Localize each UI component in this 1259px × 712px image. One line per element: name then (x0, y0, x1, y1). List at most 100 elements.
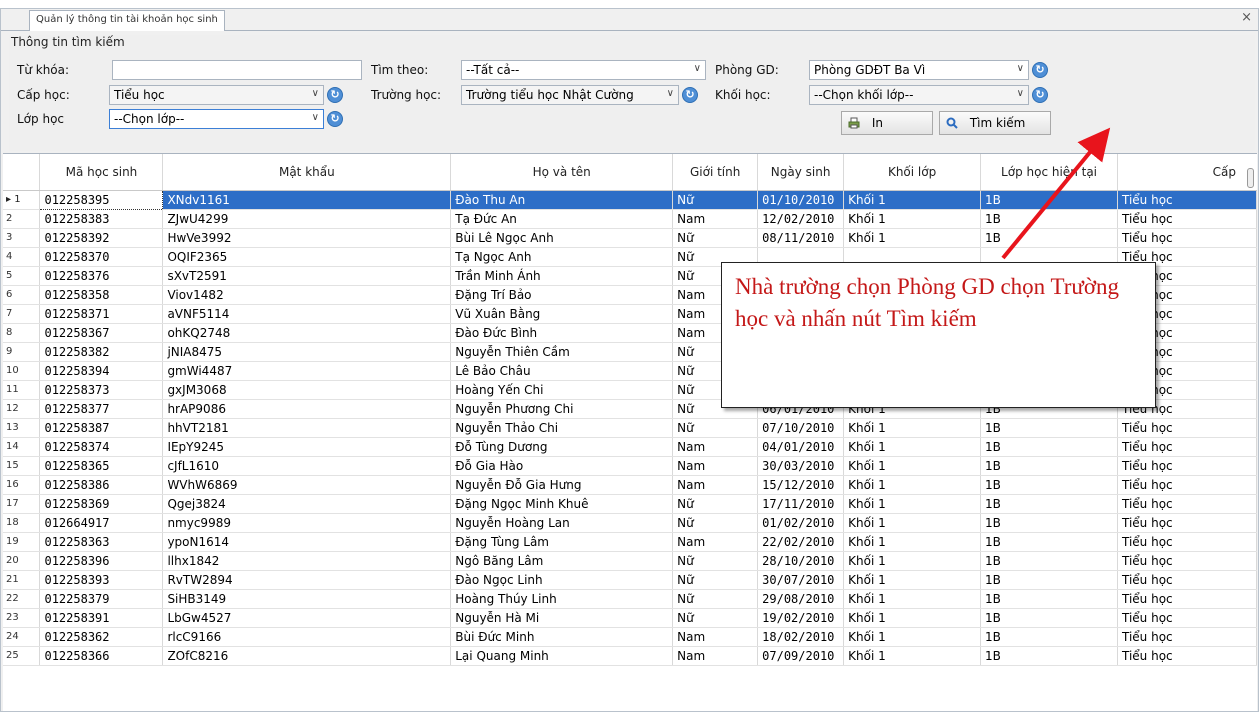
student-id-cell[interactable]: 012258392 (39, 228, 164, 248)
password-cell[interactable]: cJfL1610 (162, 456, 452, 476)
fullname-cell[interactable]: Bùi Lê Ngọc Anh (450, 228, 674, 248)
student-id-cell[interactable]: 012258366 (39, 646, 164, 666)
password-cell[interactable]: XNdv1161 (162, 190, 452, 210)
table-row[interactable]: 25 012258366 ZOfC8216 Lại Quang Minh Nam 07/0… (3, 646, 1257, 666)
level-cell[interactable]: Tiểu học (1117, 418, 1257, 438)
refresh-icon[interactable]: ↻ (682, 87, 698, 103)
grade-cell[interactable]: Khối 1 (843, 456, 982, 476)
student-id-cell[interactable]: 012258396 (39, 551, 164, 571)
table-row[interactable]: 13 012258387 hhVT2181 Nguyễn Thảo Chi Nữ 07/1… (3, 418, 1257, 438)
gender-cell[interactable]: Nữ (672, 570, 759, 590)
class-cell[interactable]: 1B (980, 589, 1118, 609)
password-cell[interactable]: llhx1842 (162, 551, 452, 571)
gender-cell[interactable]: Nữ (672, 608, 759, 628)
gender-cell[interactable]: Nữ (672, 418, 759, 438)
student-id-cell[interactable]: 012664917 (39, 513, 164, 533)
student-id-cell[interactable]: 012258358 (39, 285, 164, 305)
fullname-cell[interactable]: Nguyễn Thảo Chi (450, 418, 674, 438)
table-row[interactable]: 24 012258362 rlcC9166 Bùi Đức Minh Nam 18/02/… (3, 627, 1257, 647)
birthdate-cell[interactable]: 08/11/2010 (757, 228, 845, 248)
table-row[interactable]: 18 012664917 nmyc9989 Nguyễn Hoàng Lan Nữ 01/… (3, 513, 1257, 533)
password-cell[interactable]: WVhW6869 (162, 475, 452, 495)
class-cell[interactable]: 1B (980, 209, 1118, 229)
fullname-cell[interactable]: Đào Ngọc Linh (450, 570, 674, 590)
grade-cell[interactable]: Khối 1 (843, 190, 982, 210)
fullname-cell[interactable]: Nguyễn Đỗ Gia Hưng (450, 475, 674, 495)
fullname-cell[interactable]: Đỗ Gia Hào (450, 456, 674, 476)
level-cell[interactable]: Tiểu học (1117, 532, 1257, 552)
birthdate-cell[interactable]: 07/10/2010 (757, 418, 845, 438)
student-id-cell[interactable]: 012258371 (39, 304, 164, 324)
birthdate-cell[interactable]: 12/02/2010 (757, 209, 845, 229)
student-id-cell[interactable]: 012258369 (39, 494, 164, 514)
birthdate-cell[interactable]: 28/10/2010 (757, 551, 845, 571)
fullname-cell[interactable]: Vũ Xuân Bằng (450, 304, 674, 324)
refresh-icon[interactable]: ↻ (327, 87, 343, 103)
grade-cell[interactable]: Khối 1 (843, 627, 982, 647)
student-id-cell[interactable]: 012258387 (39, 418, 164, 438)
table-row[interactable]: 17 012258369 Qgej3824 Đặng Ngọc Minh Khuê Nữ… (3, 494, 1257, 514)
password-cell[interactable]: HwVe3992 (162, 228, 452, 248)
class-cell[interactable]: 1B (980, 646, 1118, 666)
grade-cell[interactable]: Khối 1 (843, 589, 982, 609)
birthdate-cell[interactable]: 30/03/2010 (757, 456, 845, 476)
gender-cell[interactable]: Nam (672, 456, 759, 476)
gender-cell[interactable]: Nữ (672, 551, 759, 571)
birthdate-cell[interactable]: 01/02/2010 (757, 513, 845, 533)
class-cell[interactable]: 1B (980, 228, 1118, 248)
student-id-cell[interactable]: 012258386 (39, 475, 164, 495)
fullname-cell[interactable]: Lại Quang Minh (450, 646, 674, 666)
scroll-thumb[interactable] (1247, 168, 1254, 188)
column-header[interactable]: Họ và tên (450, 154, 674, 191)
password-cell[interactable]: IEpY9245 (162, 437, 452, 457)
vertical-scrollbar[interactable] (1245, 154, 1257, 190)
column-header[interactable]: Giới tính (672, 154, 759, 191)
grade-cell[interactable]: Khối 1 (843, 532, 982, 552)
class-cell[interactable]: 1B (980, 551, 1118, 571)
password-cell[interactable]: Qgej3824 (162, 494, 452, 514)
table-row[interactable]: 15 012258365 cJfL1610 Đỗ Gia Hào Nam 30/03/20… (3, 456, 1257, 476)
gender-cell[interactable]: Nữ (672, 494, 759, 514)
fullname-cell[interactable]: Đỗ Tùng Dương (450, 437, 674, 457)
grade-select[interactable]: --Chọn khối lớp-- ∨ (809, 85, 1029, 105)
column-header[interactable]: Lớp học hiện tại (980, 154, 1118, 191)
student-id-cell[interactable]: 012258377 (39, 399, 164, 419)
class-cell[interactable]: 1B (980, 532, 1118, 552)
table-row[interactable]: 22 012258379 SiHB3149 Hoàng Thúy Linh Nữ 29/0… (3, 589, 1257, 609)
student-id-cell[interactable]: 012258382 (39, 342, 164, 362)
level-cell[interactable]: Tiểu học (1117, 551, 1257, 571)
birthdate-cell[interactable]: 15/12/2010 (757, 475, 845, 495)
fullname-cell[interactable]: Tạ Ngọc Anh (450, 247, 674, 267)
grade-cell[interactable]: Khối 1 (843, 570, 982, 590)
level-cell[interactable]: Tiểu học (1117, 228, 1257, 248)
student-id-cell[interactable]: 012258395 (39, 189, 164, 210)
refresh-icon[interactable]: ↻ (1032, 87, 1048, 103)
birthdate-cell[interactable]: 04/01/2010 (757, 437, 845, 457)
level-cell[interactable]: Tiểu học (1117, 494, 1257, 514)
password-cell[interactable]: ZOfC8216 (162, 646, 452, 666)
search-button[interactable]: Tìm kiếm (939, 111, 1051, 135)
password-cell[interactable]: OQIF2365 (162, 247, 452, 267)
grade-cell[interactable]: Khối 1 (843, 437, 982, 457)
class-cell[interactable]: 1B (980, 456, 1118, 476)
column-header[interactable]: Mật khẩu (162, 154, 452, 191)
birthdate-cell[interactable]: 30/07/2010 (757, 570, 845, 590)
column-header[interactable]: Mã học sinh (39, 154, 164, 191)
refresh-icon[interactable]: ↻ (327, 111, 343, 127)
class-cell[interactable]: 1B (980, 437, 1118, 457)
password-cell[interactable]: nmyc9989 (162, 513, 452, 533)
level-cell[interactable]: Tiểu học (1117, 513, 1257, 533)
column-header[interactable]: Ngày sinh (757, 154, 845, 191)
fullname-cell[interactable]: Nguyễn Phương Chi (450, 399, 674, 419)
birthdate-cell[interactable]: 07/09/2010 (757, 646, 845, 666)
level-cell[interactable]: Tiểu học (1117, 570, 1257, 590)
password-cell[interactable]: Viov1482 (162, 285, 452, 305)
level-cell[interactable]: Tiểu học (1117, 589, 1257, 609)
table-row[interactable]: 20 012258396 llhx1842 Ngô Băng Lâm Nữ 28/10/2… (3, 551, 1257, 571)
gender-cell[interactable]: Nam (672, 209, 759, 229)
fullname-cell[interactable]: Lê Bảo Châu (450, 361, 674, 381)
print-button[interactable]: In (841, 111, 933, 135)
class-cell[interactable]: 1B (980, 494, 1118, 514)
level-cell[interactable]: Tiểu học (1117, 456, 1257, 476)
column-header[interactable]: Khối lớp (843, 154, 982, 191)
